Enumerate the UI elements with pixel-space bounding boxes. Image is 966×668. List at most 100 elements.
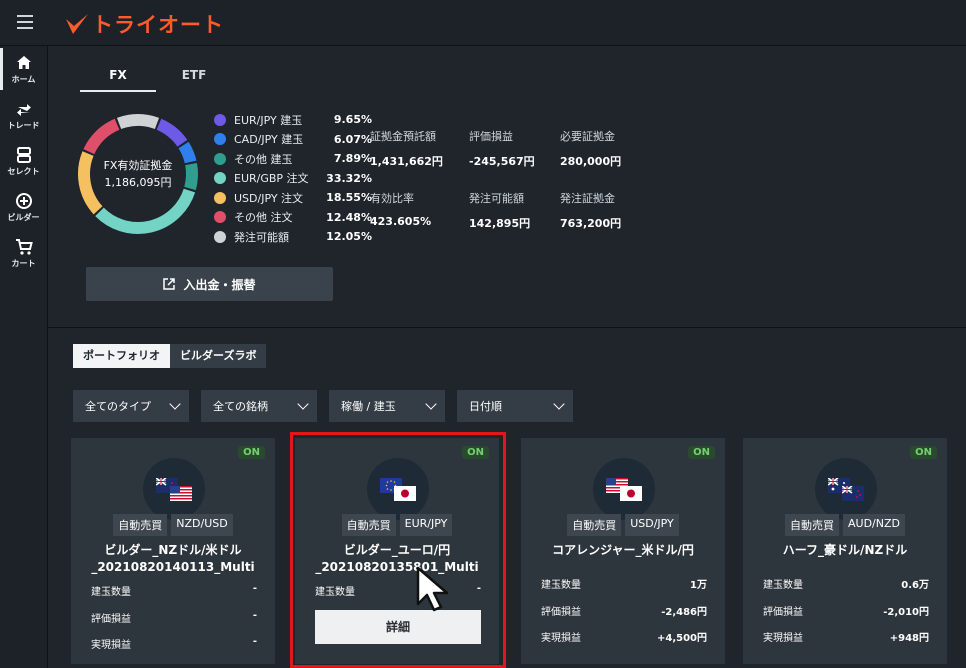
tab-portfolio[interactable]: ポートフォリオ [73,344,170,368]
sidebar-item-select[interactable]: セレクト [0,138,47,184]
deposit-button-label: 入出金・振替 [183,277,256,292]
metric-value: -2,010円 [883,606,929,618]
stat-label: 発注証拠金 [560,192,615,205]
type-filter-select[interactable]: 全てのタイプ [73,390,189,422]
filter-label: 日付順 [469,400,502,413]
metric-row: 実現損益 - [91,636,257,663]
legend-pct: 18.55% [326,191,372,205]
highlight-frame [290,432,506,668]
sidebar-item-cart[interactable]: カート [0,230,47,276]
symbol-filter-select[interactable]: 全ての銘柄 [201,390,317,422]
builder-icon [15,192,32,209]
metric-label: 評価損益 [541,606,581,618]
chevron-down-icon [297,398,309,410]
legend-item: CAD/JPY 建玉 6.07% [214,130,372,150]
us-flag-icon [170,486,192,501]
metric-value: - [252,609,257,621]
stat-value: -245,567円 [469,155,535,168]
donut-segment [95,188,196,234]
stat-label: 評価損益 [469,130,513,143]
account-summary-panel: FX ETF FX有効証拠金 1,186,095円 EUR/JPY 建玉 9.65… [48,46,966,326]
card-metrics: 建玉数量 0.6万 評価損益 -2,010円 実現損益 +948円 [763,576,929,656]
filter-label: 稼働 / 建玉 [341,400,396,413]
stat-label: 必要証拠金 [560,130,615,143]
metric-row: 実現損益 +948円 [763,629,929,656]
metric-row: 実現損益 +4,500円 [541,629,707,656]
legend-dot [214,133,226,146]
sidebar-label: セレクト [7,166,40,176]
home-icon [16,55,31,69]
legend-name: 発注可能額 [234,230,289,244]
stat-deposit: 証拠金預託額 1,431,662円 [370,128,470,169]
stat-order-margin: 発注証拠金 763,200円 [560,190,660,231]
sidebar-item-builder[interactable]: ビルダー [0,184,47,230]
currency-flags [143,458,205,520]
portfolio-panel: ポートフォリオ ビルダーズラボ 全てのタイプ 全ての銘柄 稼働 / 建玉 日付順… [48,327,966,668]
legend-dot [214,113,226,126]
app-logo[interactable]: トライオート [64,9,224,39]
stat-available: 発注可能額 142,895円 [469,190,569,231]
donut-center-label: FX有効証拠金 1,186,095円 [76,157,200,191]
top-bar: トライオート [0,0,966,46]
metric-value: +4,500円 [656,633,707,644]
metric-value: -2,486円 [661,606,707,618]
metric-label: 実現損益 [91,640,131,651]
type-tag: 自動売買 [785,514,839,536]
chevron-down-icon [553,398,565,410]
metric-row: 評価損益 - [91,610,257,637]
legend-pct: 12.05% [326,230,372,244]
tab-fx[interactable]: FX [80,60,156,92]
card-tags: 自動売買 AUD/NZD [743,514,947,536]
type-tag: 自動売買 [113,514,168,536]
legend-dot [214,230,226,243]
metric-label: 評価損益 [91,613,131,625]
metric-value: 0.6万 [901,580,929,591]
legend-name: その他 注文 [234,211,293,225]
sort-select[interactable]: 日付順 [457,390,573,422]
card-title: ハーフ_豪ドル/NZドル [743,542,947,559]
legend-item: EUR/JPY 建玉 9.65% [214,110,372,130]
legend-name: CAD/JPY 建玉 [234,133,304,147]
portfolio-card[interactable]: ON 自動売買 USD/JPY コアレンジャー_米ドル/円 建玉数量 1万 評価損… [521,438,725,664]
legend-dot [214,172,226,185]
sidebar-item-trade[interactable]: トレード [0,92,47,138]
metric-label: 建玉数量 [763,580,803,591]
legend-pct: 6.07% [333,132,372,146]
menu-icon[interactable] [17,15,33,29]
portfolio-card[interactable]: ON 自動売買 NZD/USD ビルダー_NZドル/米ドル _202108201… [71,438,275,664]
legend-pct: 9.65% [333,113,372,127]
stat-label: 証拠金預託額 [370,130,436,143]
metric-value: +948円 [889,633,929,644]
status-badge: ON [910,446,937,459]
status-badge: ON [238,446,265,459]
market-tabs: FX ETF [80,60,232,92]
tab-builders-lab[interactable]: ビルダーズラボ [170,344,267,368]
trade-icon [16,103,31,116]
sidebar-label: ビルダー [7,212,40,222]
legend-item: 発注可能額 12.05% [214,227,372,247]
legend-dot [214,152,226,165]
legend-pct: 7.89% [333,152,372,166]
stat-value: 1,431,662円 [370,155,443,168]
filter-label: 全ての銘柄 [213,400,268,413]
deposit-transfer-button[interactable]: 入出金・振替 [86,267,333,301]
card-title-line1: ハーフ_豪ドル/NZドル [782,543,908,557]
stat-label: 有効比率 [370,192,414,205]
stat-label: 発注可能額 [469,192,524,205]
stat-value: 423.605% [370,215,432,228]
legend-item: USD/JPY 注文 18.55% [214,188,372,208]
legend-item: その他 建玉 7.89% [214,149,372,169]
sidebar-item-home[interactable]: ホーム [0,46,47,92]
donut-segment [156,118,188,147]
card-title-line2: _20210820140113_Multi [91,560,255,574]
legend-pct: 33.32% [326,171,372,185]
jp-flag-icon [620,486,642,501]
card-title: ビルダー_NZドル/米ドル _20210820140113_Multi [71,542,275,576]
pair-tag: AUD/NZD [843,514,905,536]
metric-label: 実現損益 [541,633,581,644]
status-filter-select[interactable]: 稼働 / 建玉 [329,390,445,422]
metric-row: 建玉数量 - [91,583,257,610]
stat-value: 763,200円 [560,217,622,230]
tab-etf[interactable]: ETF [156,60,232,92]
portfolio-card[interactable]: ON 自動売買 AUD/NZD ハーフ_豪ドル/NZドル 建玉数量 0.6万 評価… [743,438,947,664]
